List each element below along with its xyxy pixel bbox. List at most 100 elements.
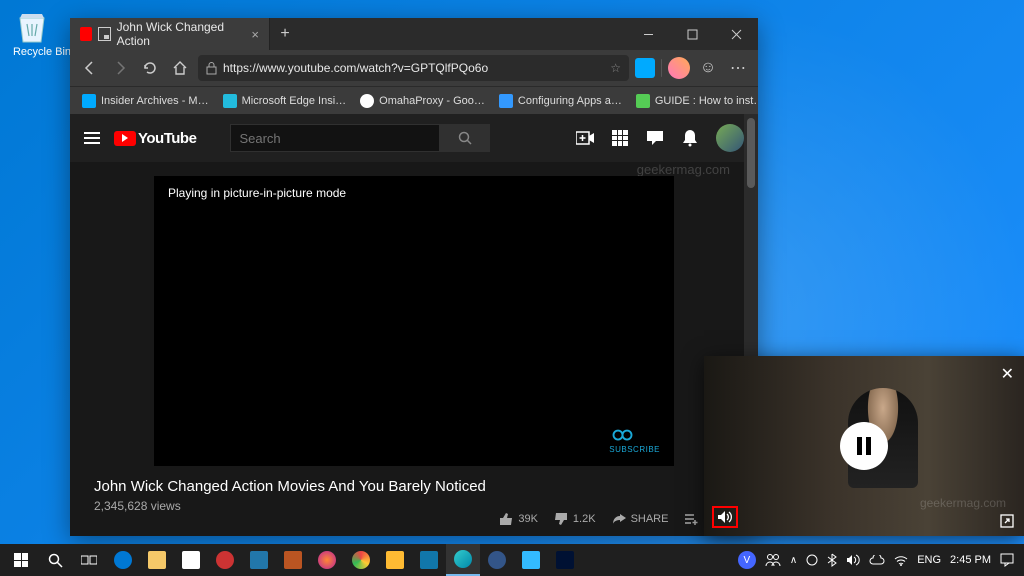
pip-close-button[interactable]: ✕: [1001, 364, 1014, 384]
pip-volume-button[interactable]: [712, 506, 738, 528]
url-input[interactable]: [223, 61, 604, 75]
taskbar-app[interactable]: [480, 544, 514, 576]
bookmark-label: Microsoft Edge Insi…: [242, 95, 347, 107]
bookmark-favicon: [636, 94, 650, 108]
browser-tab[interactable]: John Wick Changed Action ×: [70, 18, 270, 50]
share-label: SHARE: [631, 513, 669, 525]
tray-onedrive-icon[interactable]: [869, 555, 885, 565]
tray-people-icon[interactable]: [765, 553, 781, 567]
back-button[interactable]: [78, 56, 102, 80]
tray-overflow-icon[interactable]: ∧: [790, 555, 797, 566]
taskbar-app-edge[interactable]: [106, 544, 140, 576]
youtube-favicon: [80, 27, 92, 41]
tray-time: 2:45 PM: [950, 554, 991, 566]
bookmark-item[interactable]: Configuring Apps a…: [493, 92, 628, 110]
menu-button[interactable]: ⋯: [726, 56, 750, 80]
refresh-button[interactable]: [138, 56, 162, 80]
extension-icon[interactable]: [635, 58, 655, 78]
taskbar-app[interactable]: [412, 544, 446, 576]
taskbar-app[interactable]: [208, 544, 242, 576]
desktop-icon-label: Recycle Bin: [12, 46, 72, 58]
subscribe-label: SUBSCRIBE: [609, 445, 660, 454]
youtube-header-icons: [576, 124, 744, 152]
favorite-star-icon[interactable]: ☆: [610, 61, 621, 75]
taskbar-app[interactable]: [242, 544, 276, 576]
tray-volume-icon[interactable]: [846, 554, 860, 566]
taskbar-app-store[interactable]: [174, 544, 208, 576]
share-button[interactable]: SHARE: [612, 513, 669, 525]
start-button[interactable]: [4, 544, 38, 576]
taskbar-app-edge-dev[interactable]: [446, 544, 480, 576]
search-button[interactable]: [38, 544, 72, 576]
tray-user-badge[interactable]: V: [738, 551, 756, 569]
youtube-play-icon: [114, 131, 136, 146]
feedback-button[interactable]: ☺: [696, 56, 720, 80]
like-button[interactable]: 39K: [499, 512, 538, 526]
bookmarks-bar: Insider Archives - M… Microsoft Edge Ins…: [70, 86, 758, 114]
tab-close-icon[interactable]: ×: [251, 27, 259, 42]
menu-icon[interactable]: [84, 132, 100, 144]
search-button[interactable]: [440, 124, 490, 152]
tray-status-icon[interactable]: [806, 554, 818, 566]
pip-pause-button[interactable]: [840, 422, 888, 470]
youtube-logo-text: YouTube: [138, 130, 196, 147]
window-controls: [626, 18, 758, 50]
pip-back-to-tab-button[interactable]: [1000, 514, 1014, 528]
browser-toolbar: ☆ ☺ ⋯: [70, 50, 758, 86]
create-icon[interactable]: [576, 131, 594, 145]
messages-icon[interactable]: [646, 130, 664, 146]
taskbar: V ∧ ENG 2:45 PM: [0, 544, 1024, 576]
task-view-button[interactable]: [72, 544, 106, 576]
minimize-button[interactable]: [626, 18, 670, 50]
like-count: 39K: [518, 513, 538, 525]
taskbar-app[interactable]: [514, 544, 548, 576]
youtube-header: YouTube: [70, 114, 758, 162]
taskbar-app[interactable]: [378, 544, 412, 576]
taskbar-app-explorer[interactable]: [140, 544, 174, 576]
bookmark-item[interactable]: Microsoft Edge Insi…: [217, 92, 353, 110]
home-button[interactable]: [168, 56, 192, 80]
bookmark-item[interactable]: GUIDE : How to inst…: [630, 92, 758, 110]
apps-icon[interactable]: [612, 130, 628, 146]
maximize-button[interactable]: [670, 18, 714, 50]
tray-network-icon[interactable]: [894, 554, 908, 566]
video-player[interactable]: Playing in picture-in-picture mode SUBSC…: [154, 176, 674, 466]
dislike-button[interactable]: 1.2K: [554, 512, 596, 526]
tray-notifications-icon[interactable]: [1000, 553, 1014, 567]
pip-watermark: geekermag.com: [920, 496, 1006, 510]
tab-bar: John Wick Changed Action × +: [70, 18, 758, 50]
tray-language[interactable]: ENG: [917, 554, 941, 566]
video-title: John Wick Changed Action Movies And You …: [94, 478, 734, 495]
search-input[interactable]: [230, 124, 440, 152]
bookmark-item[interactable]: OmahaProxy - Goo…: [354, 92, 491, 110]
bookmark-favicon: [499, 94, 513, 108]
window-close-button[interactable]: [714, 18, 758, 50]
profile-avatar[interactable]: [668, 57, 690, 79]
extension-divider: [661, 59, 662, 77]
watermark: geekermag.com: [637, 162, 730, 177]
taskbar-app-firefox[interactable]: [310, 544, 344, 576]
youtube-logo[interactable]: YouTube: [114, 130, 196, 147]
new-tab-button[interactable]: +: [270, 18, 300, 50]
video-meta: John Wick Changed Action Movies And You …: [70, 466, 758, 513]
subscribe-overlay[interactable]: SUBSCRIBE: [609, 425, 660, 454]
recycle-bin-icon: [12, 6, 52, 46]
video-actions: 39K 1.2K SHARE SAVE: [499, 512, 732, 526]
tray-clock[interactable]: 2:45 PM: [950, 554, 991, 566]
desktop-icon-recycle-bin[interactable]: Recycle Bin: [12, 6, 72, 58]
account-avatar[interactable]: [716, 124, 744, 152]
bookmark-item[interactable]: Insider Archives - M…: [76, 92, 215, 110]
bookmark-label: OmahaProxy - Goo…: [379, 95, 485, 107]
notifications-icon[interactable]: [682, 129, 698, 147]
taskbar-app-chrome[interactable]: [344, 544, 378, 576]
address-bar[interactable]: ☆: [198, 55, 629, 81]
forward-button[interactable]: [108, 56, 132, 80]
tab-title: John Wick Changed Action: [117, 20, 242, 48]
bookmark-label: GUIDE : How to inst…: [655, 95, 758, 107]
bookmark-favicon: [360, 94, 374, 108]
tray-bluetooth-icon[interactable]: [827, 553, 837, 567]
bookmark-favicon: [82, 94, 96, 108]
taskbar-app-photoshop[interactable]: [548, 544, 582, 576]
taskbar-app[interactable]: [276, 544, 310, 576]
pip-window[interactable]: ✕ geekermag.com: [704, 356, 1024, 536]
